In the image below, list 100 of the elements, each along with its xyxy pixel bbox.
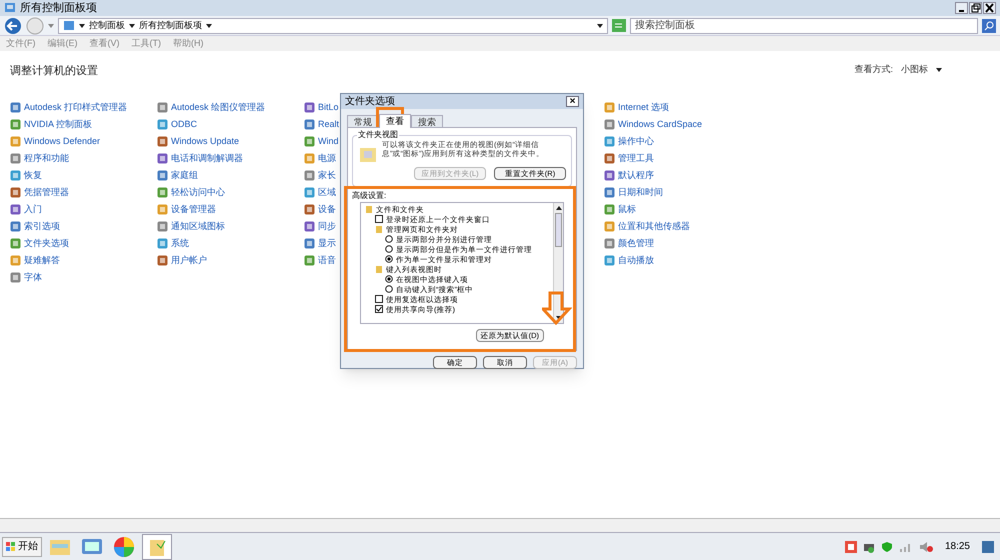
control-panel-link[interactable]: 操作中心 — [618, 134, 654, 148]
radio-button[interactable] — [385, 255, 393, 263]
folder-icon[interactable] — [142, 534, 172, 560]
app-icon — [157, 153, 168, 164]
control-panel-link[interactable]: 凭据管理器 — [24, 186, 69, 200]
caret-icon[interactable] — [129, 22, 135, 28]
breadcrumb-link[interactable]: 所有控制面板项 — [139, 18, 202, 32]
control-panel-link[interactable]: 自动播放 — [618, 254, 654, 268]
caret-icon[interactable] — [206, 22, 212, 28]
show-desktop-icon[interactable] — [982, 540, 994, 552]
app-icon — [304, 153, 315, 164]
app-icon — [604, 238, 615, 249]
close-button[interactable] — [983, 2, 996, 14]
control-panel-link[interactable]: Autodesk 绘图仪管理器 — [171, 100, 266, 114]
app-icon — [10, 102, 21, 113]
app-icon — [10, 119, 21, 130]
app-icon — [157, 136, 168, 147]
control-panel-link[interactable]: 位置和其他传感器 — [618, 220, 690, 234]
tab[interactable]: 搜索 — [411, 115, 443, 127]
view-by-dropdown[interactable]: 小图标 — [901, 63, 928, 76]
radio-button[interactable] — [385, 235, 393, 243]
app-icon — [157, 255, 168, 266]
caret-icon[interactable] — [597, 22, 603, 28]
scroll-thumb[interactable] — [555, 213, 562, 247]
control-panel-link[interactable]: Windows Defender — [24, 134, 100, 148]
address-field[interactable]: 控制面板 所有控制面板项 — [58, 18, 608, 34]
control-panel-link[interactable]: 语音 — [318, 254, 336, 268]
windows-icon — [6, 542, 16, 552]
control-panel-link[interactable]: 字体 — [24, 270, 42, 284]
caret-icon[interactable] — [79, 22, 85, 28]
control-panel-link[interactable]: Windows Update — [171, 134, 240, 148]
control-panel-link[interactable]: Wind — [318, 134, 339, 148]
radio-button[interactable] — [385, 245, 393, 253]
clock[interactable]: 18:25 — [938, 539, 976, 554]
input-method-icon[interactable] — [844, 540, 857, 552]
breadcrumb-link[interactable]: 控制面板 — [89, 18, 125, 32]
control-panel-link[interactable]: 用户帐户 — [171, 254, 207, 268]
control-panel-link[interactable]: 疑难解答 — [24, 254, 60, 268]
search-icon[interactable] — [982, 18, 996, 32]
checkbox[interactable] — [375, 305, 383, 313]
speaker-icon[interactable] — [918, 540, 933, 552]
checkbox[interactable] — [375, 295, 383, 303]
app-icon — [304, 170, 315, 181]
control-panel-link[interactable]: 恢复 — [24, 168, 42, 182]
control-panel-link[interactable]: 文件夹选项 — [24, 236, 69, 250]
app-icon — [604, 170, 615, 181]
app-icon — [304, 221, 315, 232]
checkbox[interactable] — [375, 215, 383, 223]
app-icon — [10, 187, 21, 198]
caret-icon[interactable] — [936, 66, 942, 73]
app-icon — [10, 238, 21, 249]
control-panel-link[interactable]: 区域 — [318, 186, 336, 200]
control-panel-link[interactable]: 电源 — [318, 152, 336, 166]
control-panel-link[interactable]: 入门 — [24, 202, 42, 216]
restore-button[interactable] — [969, 2, 982, 14]
control-panel-link[interactable]: Autodesk 打印样式管理器 — [24, 100, 128, 114]
control-panel-link[interactable]: 日期和时间 — [618, 186, 663, 200]
radio-button[interactable] — [385, 285, 393, 293]
window-title: 所有控制面板项 — [20, 0, 97, 16]
control-panel-link[interactable]: 轻松访问中心 — [171, 186, 225, 200]
control-panel-link[interactable]: Windows CardSpace — [618, 118, 702, 132]
folder-icon — [358, 145, 378, 165]
control-panel-link[interactable]: Internet 选项 — [618, 100, 670, 114]
control-panel-link[interactable]: 系统 — [171, 236, 189, 250]
tab[interactable]: 常规 — [347, 115, 379, 127]
control-panel-link[interactable]: Realt — [318, 118, 340, 132]
control-panel-link[interactable]: BitLo — [318, 100, 339, 114]
control-panel-link[interactable]: 默认程序 — [618, 168, 654, 182]
control-panel-link[interactable]: 家长 — [318, 168, 336, 182]
app-icon — [604, 204, 615, 215]
control-panel-link[interactable]: 通知区域图标 — [171, 220, 225, 234]
tab[interactable]: 查看 — [379, 114, 411, 128]
control-panel-link[interactable]: 家庭组 — [171, 168, 198, 182]
control-panel-link[interactable]: 电话和调制解调器 — [171, 152, 243, 166]
control-panel-link[interactable]: 设备 — [318, 202, 336, 216]
start-button[interactable]: 开始 — [2, 536, 42, 556]
folder-icon — [375, 225, 383, 233]
control-panel-link[interactable]: 颜色管理 — [618, 236, 654, 250]
app-icon — [304, 255, 315, 266]
minimize-button[interactable] — [955, 2, 968, 14]
back-button[interactable] — [4, 16, 22, 34]
control-panel-link[interactable]: 鼠标 — [618, 202, 636, 216]
control-panel-link[interactable]: ODBC — [171, 118, 198, 132]
control-panel-link[interactable]: 显示 — [318, 236, 336, 250]
app-icon — [304, 119, 315, 130]
control-panel-link[interactable]: 程序和功能 — [24, 152, 69, 166]
radio-button[interactable] — [385, 275, 393, 283]
dialog-title: 文件夹选项 — [345, 94, 395, 109]
search-field[interactable]: 搜索控制面板 — [630, 18, 978, 34]
app-icon — [604, 187, 615, 198]
app-icon — [604, 102, 615, 113]
app-icon — [304, 204, 315, 215]
shield-icon[interactable] — [880, 540, 893, 552]
control-panel-link[interactable]: 设备管理器 — [171, 202, 216, 216]
close-button[interactable]: × — [566, 96, 579, 107]
refresh-button[interactable] — [612, 19, 626, 32]
control-panel-link[interactable]: 管理工具 — [618, 152, 654, 166]
control-panel-link[interactable]: 索引选项 — [24, 220, 60, 234]
control-panel-link[interactable]: 同步 — [318, 220, 336, 234]
control-panel-link[interactable]: NVIDIA 控制面板 — [24, 118, 92, 132]
